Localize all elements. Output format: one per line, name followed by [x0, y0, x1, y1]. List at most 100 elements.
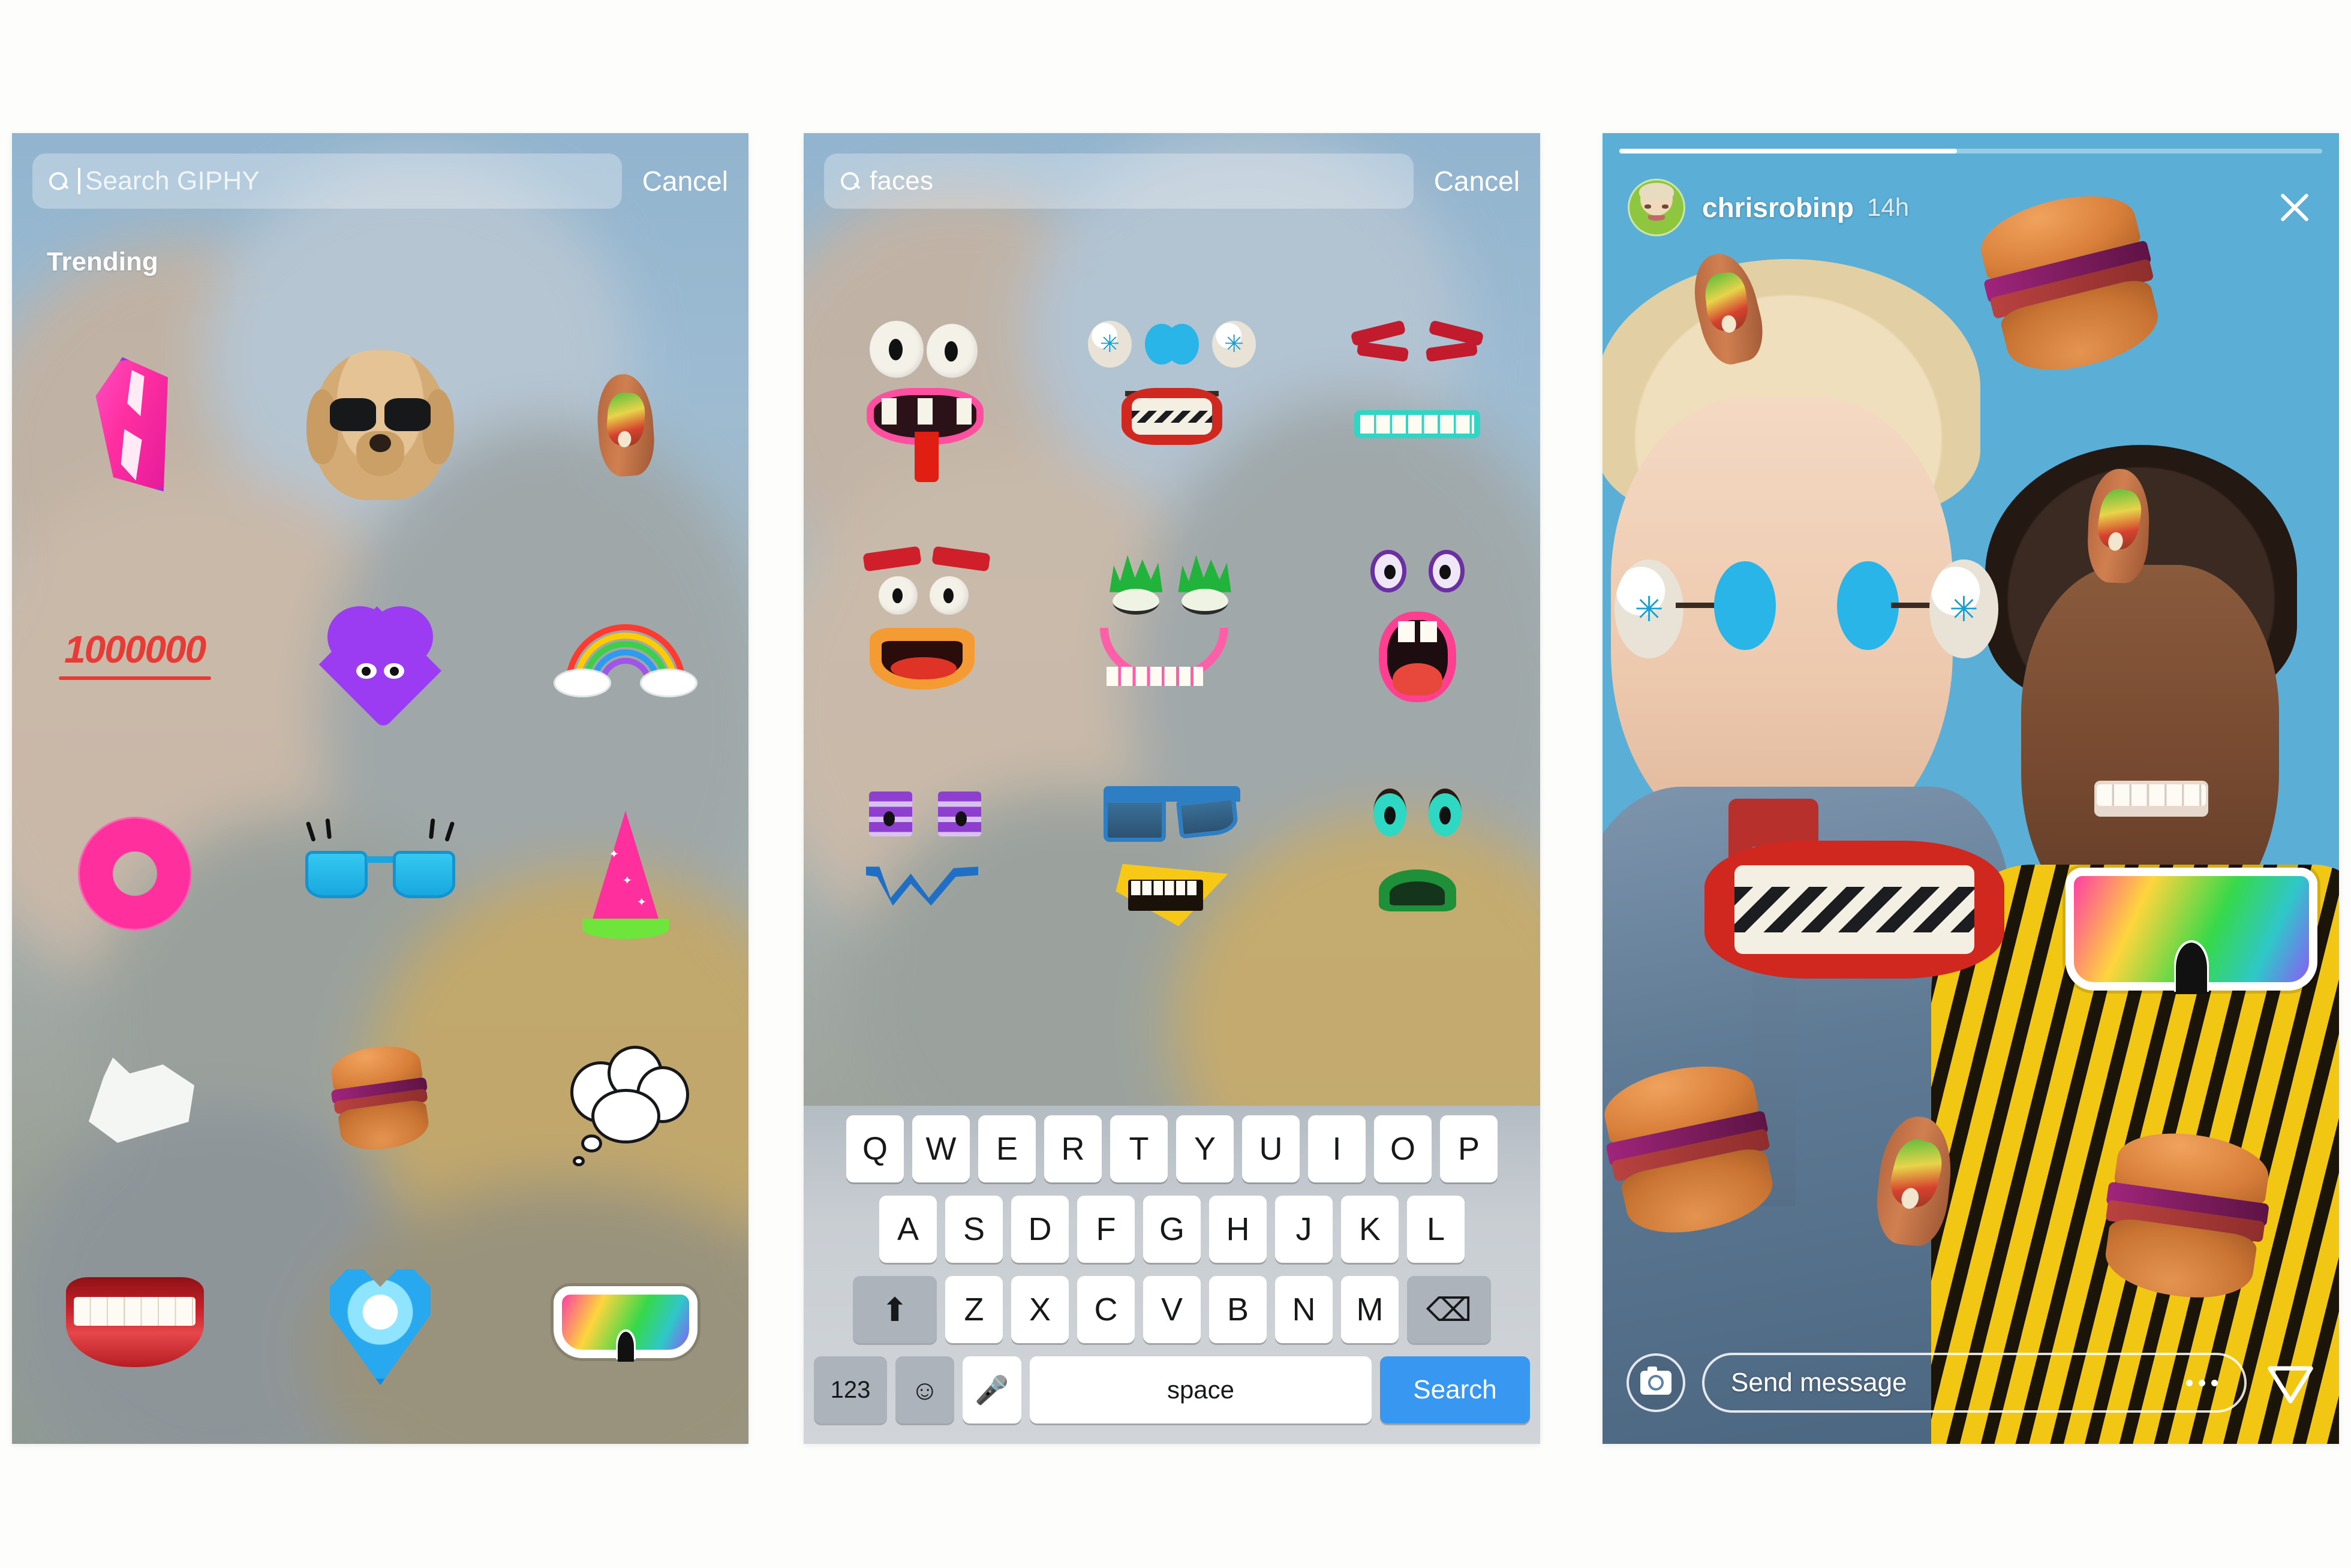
sticker-cell[interactable] — [503, 1210, 748, 1434]
story-progress-bar[interactable] — [1619, 149, 2322, 154]
lips-teeth-sticker[interactable] — [65, 1277, 204, 1367]
search-input[interactable]: faces — [824, 154, 1414, 209]
cancel-button[interactable]: Cancel — [642, 165, 728, 197]
sticker-cell[interactable] — [1295, 743, 1540, 973]
search-submit-button[interactable]: Search — [1380, 1356, 1530, 1423]
pixel-heart-sticker[interactable] — [329, 1269, 431, 1385]
camera-icon[interactable] — [1627, 1353, 1685, 1412]
sticker-cell[interactable] — [1295, 283, 1540, 513]
key-q[interactable]: Q — [846, 1115, 904, 1182]
key-n[interactable]: N — [1275, 1276, 1333, 1343]
send-message-input[interactable]: Send message — [1702, 1353, 2247, 1413]
teal-eyes-green-frown-sticker[interactable] — [1348, 783, 1486, 932]
sticker-cell[interactable]: 1000000 — [12, 537, 257, 762]
pink-gem-sticker[interactable] — [83, 352, 187, 498]
donut-sticker[interactable] — [77, 817, 192, 931]
barbell-eyes-sticker[interactable]: ✳ ✳ — [1615, 553, 1998, 661]
sticker-cell[interactable] — [257, 986, 503, 1210]
green-brows-pink-smile-sticker[interactable] — [1094, 547, 1250, 709]
key-l[interactable]: L — [1407, 1196, 1465, 1263]
sticker-cell[interactable] — [257, 762, 503, 986]
more-dots-icon[interactable] — [2186, 1379, 2218, 1386]
key-c[interactable]: C — [1077, 1276, 1135, 1343]
key-s[interactable]: S — [945, 1196, 1003, 1263]
sticker-cell[interactable]: ✦ ✦ ✦ — [503, 762, 748, 986]
purple-eyes-pink-scream-sticker[interactable] — [1348, 547, 1486, 709]
key-f[interactable]: F — [1077, 1196, 1135, 1263]
red-brows-orange-smile-sticker[interactable] — [852, 546, 1002, 709]
key-w[interactable]: W — [912, 1115, 970, 1182]
key-d[interactable]: D — [1011, 1196, 1069, 1263]
key-h[interactable]: H — [1209, 1196, 1267, 1263]
thought-bubble-sticker[interactable] — [560, 1041, 692, 1166]
sticker-cell[interactable] — [12, 1210, 257, 1434]
key-y[interactable]: Y — [1176, 1115, 1234, 1182]
googly-eyes-pink-mouth-sticker[interactable] — [852, 314, 1002, 482]
cancel-button[interactable]: Cancel — [1434, 165, 1520, 197]
rainbow-visor-sticker[interactable] — [554, 1286, 698, 1362]
key-m[interactable]: M — [1341, 1276, 1399, 1343]
keyboard-row-4: 123 ☺ 🎤 space Search — [810, 1356, 1534, 1423]
key-b[interactable]: B — [1209, 1276, 1267, 1343]
key-o[interactable]: O — [1374, 1115, 1432, 1182]
rainbow-visor-sticker[interactable] — [2066, 868, 2317, 995]
sticker-cell[interactable]: ✳ ✳ — [1049, 283, 1294, 513]
key-v[interactable]: V — [1143, 1276, 1201, 1343]
avatar[interactable] — [1628, 179, 1685, 236]
burger-sticker-right-hand[interactable] — [2095, 1124, 2278, 1307]
key-z[interactable]: Z — [945, 1276, 1003, 1343]
dog-sunglasses-sticker[interactable] — [306, 350, 455, 500]
red-toothy-mouth-sticker[interactable] — [1704, 841, 2004, 979]
key-a[interactable]: A — [879, 1196, 937, 1263]
search-input[interactable]: Search GIPHY — [32, 154, 622, 209]
sticker-cell[interactable] — [804, 283, 1049, 513]
burger-sticker[interactable] — [326, 1041, 435, 1155]
purple-heart-eyes-sticker[interactable] — [318, 592, 442, 729]
microphone-icon[interactable]: 🎤 — [963, 1356, 1021, 1423]
rainbow-clouds-sticker[interactable] — [554, 601, 698, 697]
red-lashes-teal-teeth-sticker[interactable] — [1342, 320, 1492, 476]
key-e[interactable]: E — [978, 1115, 1036, 1182]
sticker-cell[interactable] — [503, 313, 748, 537]
burger-sticker-left-hand[interactable] — [1603, 1054, 1785, 1245]
sticker-cell[interactable] — [257, 313, 503, 537]
sticker-cell[interactable] — [804, 743, 1049, 973]
one-million-text-sticker[interactable]: 1000000 — [58, 627, 211, 680]
taco-sticker-left-hair[interactable] — [1684, 247, 1770, 370]
sticker-cell[interactable] — [257, 537, 503, 762]
shift-arrow-icon[interactable]: ⬆ — [853, 1276, 937, 1343]
send-paper-plane-icon[interactable] — [2266, 1358, 2315, 1407]
key-i[interactable]: I — [1308, 1115, 1366, 1182]
sticker-cell[interactable] — [1295, 513, 1540, 742]
key-k[interactable]: K — [1341, 1196, 1399, 1263]
sticker-cell[interactable] — [503, 986, 748, 1210]
sticker-cell[interactable] — [12, 762, 257, 986]
horse-head-sticker[interactable] — [60, 1037, 209, 1158]
sticker-cell[interactable] — [12, 313, 257, 537]
wizard-hat-sticker[interactable]: ✦ ✦ ✦ — [581, 805, 671, 943]
sticker-cell[interactable] — [257, 1210, 503, 1434]
key-r[interactable]: R — [1044, 1115, 1102, 1182]
key-p[interactable]: P — [1440, 1115, 1498, 1182]
key-j[interactable]: J — [1275, 1196, 1333, 1263]
sticker-cell[interactable] — [1049, 513, 1294, 742]
blue-shades-yellow-mouth-sticker[interactable] — [1094, 780, 1250, 935]
sticker-cell[interactable] — [503, 537, 748, 762]
blue-sunglasses-lashes-sticker[interactable] — [302, 818, 458, 910]
username[interactable]: chrisrobinp — [1702, 191, 1854, 224]
key-t[interactable]: T — [1110, 1115, 1168, 1182]
backspace-icon[interactable]: ⌫ — [1407, 1276, 1491, 1343]
barbell-eyes-red-teeth-sticker[interactable]: ✳ ✳ — [1087, 314, 1256, 482]
emoji-smiley-icon[interactable]: ☺ — [895, 1356, 954, 1423]
numbers-key[interactable]: 123 — [814, 1356, 887, 1423]
sticker-cell[interactable] — [1049, 743, 1294, 973]
key-u[interactable]: U — [1242, 1115, 1300, 1182]
key-x[interactable]: X — [1011, 1276, 1069, 1343]
sticker-cell[interactable] — [12, 986, 257, 1210]
purple-eyes-blue-squiggle-sticker[interactable] — [855, 783, 999, 932]
close-x-icon[interactable] — [2275, 188, 2314, 227]
sticker-cell[interactable] — [804, 513, 1049, 742]
key-g[interactable]: G — [1143, 1196, 1201, 1263]
space-key[interactable]: space — [1030, 1356, 1372, 1423]
taco-sticker[interactable] — [590, 372, 663, 478]
